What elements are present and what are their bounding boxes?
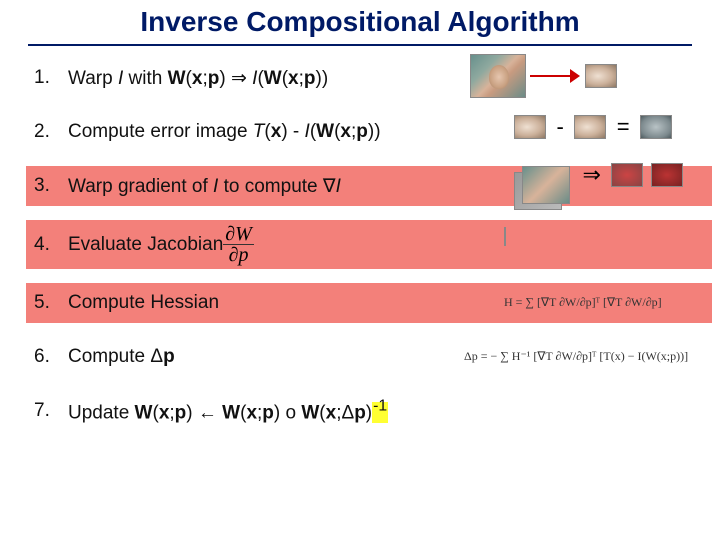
step3-illustration: ⇒ (514, 162, 683, 188)
step1-illustration (470, 54, 617, 98)
step-text: Warp gradient of I to compute ∇I (68, 175, 341, 198)
slide: Inverse Compositional Algorithm 1. Warp … (0, 0, 720, 540)
gradx-thumb (611, 163, 643, 187)
hessian-eq: H = ∑ [∇T ∂W/∂p]ᵀ [∇T ∂W/∂p] (504, 295, 662, 309)
error-patch-thumb (640, 115, 672, 139)
step-number: 3. (34, 175, 60, 197)
step-text: Compute Δp (68, 346, 175, 368)
implies-symbol: ⇒ (582, 162, 600, 188)
step-7: 7. Update W(x;p) ← W(x;p) o W(x;Δp)-1 (34, 395, 708, 427)
step-text: Compute error image T(x) - I(W(x;p)) (68, 121, 381, 143)
step-number: 4. (34, 234, 60, 256)
step-text: Evaluate Jacobian (68, 234, 223, 256)
jacobian-vis (504, 227, 506, 246)
step-number: 2. (34, 121, 60, 143)
step2-illustration: - = (514, 114, 672, 140)
jacobian-fraction: ∂W∂p (223, 224, 254, 265)
warped-patch-thumb (585, 64, 617, 88)
template-patch-thumb (514, 115, 546, 139)
step-number: 1. (34, 67, 60, 89)
minus-symbol: - (556, 114, 563, 140)
slide-title: Inverse Compositional Algorithm (28, 6, 692, 38)
deltap-formula: Δp = − ∑ H⁻¹ [∇T ∂W/∂p]ᵀ [T(x) − I(W(x;p… (464, 347, 688, 365)
warped-patch-thumb (574, 115, 606, 139)
equals-symbol: = (617, 114, 630, 140)
arrow-icon (530, 69, 580, 83)
step4-illustration (504, 228, 506, 246)
step-text: Warp I with W(x;p) ⇒ I(W(x;p)) (68, 67, 328, 90)
step-number: 7. (34, 400, 60, 422)
grady-thumb (651, 163, 683, 187)
step-6: 6. Compute Δp Δp = − ∑ H⁻¹ [∇T ∂W/∂p]ᵀ [… (34, 341, 708, 373)
step-text: Compute Hessian (68, 292, 219, 314)
step-list: 1. Warp I with W(x;p) ⇒ I(W(x;p)) 2. Com… (34, 62, 708, 427)
step-number: 5. (34, 292, 60, 314)
face-thumb (470, 54, 526, 98)
title-rule (28, 44, 692, 46)
deltap-eq: Δp = − ∑ H⁻¹ [∇T ∂W/∂p]ᵀ [T(x) − I(W(x;p… (464, 349, 688, 363)
step-text: Update W(x;p) ← W(x;p) o W(x;Δp)-1 (68, 398, 388, 424)
step-2: 2. Compute error image T(x) - I(W(x;p)) … (34, 116, 708, 148)
step-4: 4. Evaluate Jacobian ∂W∂p (34, 224, 708, 265)
step-number: 6. (34, 346, 60, 368)
hessian-formula: H = ∑ [∇T ∂W/∂p]ᵀ [∇T ∂W/∂p] (504, 293, 662, 311)
step-1: 1. Warp I with W(x;p) ⇒ I(W(x;p)) (34, 62, 708, 94)
step-3: 3. Warp gradient of I to compute ∇I ⇒ (34, 170, 708, 202)
step-5: 5. Compute Hessian H = ∑ [∇T ∂W/∂p]ᵀ [∇T… (34, 287, 708, 319)
